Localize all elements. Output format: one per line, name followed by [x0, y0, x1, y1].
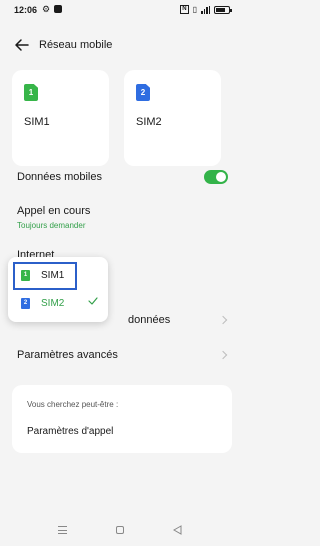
- page-header: Réseau mobile: [0, 35, 244, 57]
- check-icon: [88, 297, 98, 305]
- recents-icon[interactable]: [58, 526, 67, 534]
- settings-notification-icon: ⚙: [42, 4, 51, 14]
- popup-option-sim2[interactable]: 2 SIM2: [8, 290, 108, 318]
- chevron-right-icon: [218, 315, 228, 325]
- signal-icon: [201, 5, 210, 14]
- status-bar: 12:06 ⚙ N ▯: [0, 0, 244, 22]
- sim-card-icon: 2: [136, 84, 150, 101]
- mobile-data-label: Données mobiles: [17, 171, 102, 183]
- system-nav-bar: [0, 522, 244, 540]
- vibrate-icon: ▯: [192, 5, 197, 14]
- call-settings-link[interactable]: Paramètres d'appel: [27, 426, 113, 437]
- page-title: Réseau mobile: [39, 39, 113, 51]
- status-time: 12:06: [14, 5, 38, 15]
- suggestions-card: Vous cherchez peut-être : Paramètres d'a…: [12, 385, 232, 453]
- back-arrow-icon[interactable]: [14, 37, 30, 53]
- popup-option-label: SIM2: [41, 298, 65, 309]
- suggestions-title: Vous cherchez peut-être :: [27, 400, 119, 409]
- sim2-card[interactable]: 2 SIM2: [124, 70, 221, 166]
- status-left-icons: ⚙: [42, 4, 63, 14]
- app-notification-icon: [54, 5, 63, 13]
- sim-card-icon: 2: [21, 298, 30, 309]
- advanced-settings-label[interactable]: Paramètres avancés: [17, 349, 118, 361]
- chevron-right-icon: [218, 350, 228, 360]
- battery-icon: [214, 5, 232, 14]
- in-call-label[interactable]: Appel en cours: [17, 205, 90, 217]
- sim1-card[interactable]: 1 SIM1: [12, 70, 109, 166]
- back-triangle-icon[interactable]: [173, 525, 182, 535]
- data-usage-label[interactable]: données: [128, 314, 170, 326]
- sim2-label: SIM2: [136, 116, 162, 128]
- mobile-data-toggle[interactable]: [204, 170, 228, 184]
- in-call-value: Toujours demander: [17, 221, 86, 230]
- selection-highlight-box: [13, 262, 77, 290]
- sim-card-icon: 1: [24, 84, 38, 101]
- nfc-icon: N: [180, 5, 189, 14]
- home-icon[interactable]: [116, 526, 124, 534]
- status-right-icons: N ▯: [180, 5, 232, 14]
- sim1-label: SIM1: [24, 116, 50, 128]
